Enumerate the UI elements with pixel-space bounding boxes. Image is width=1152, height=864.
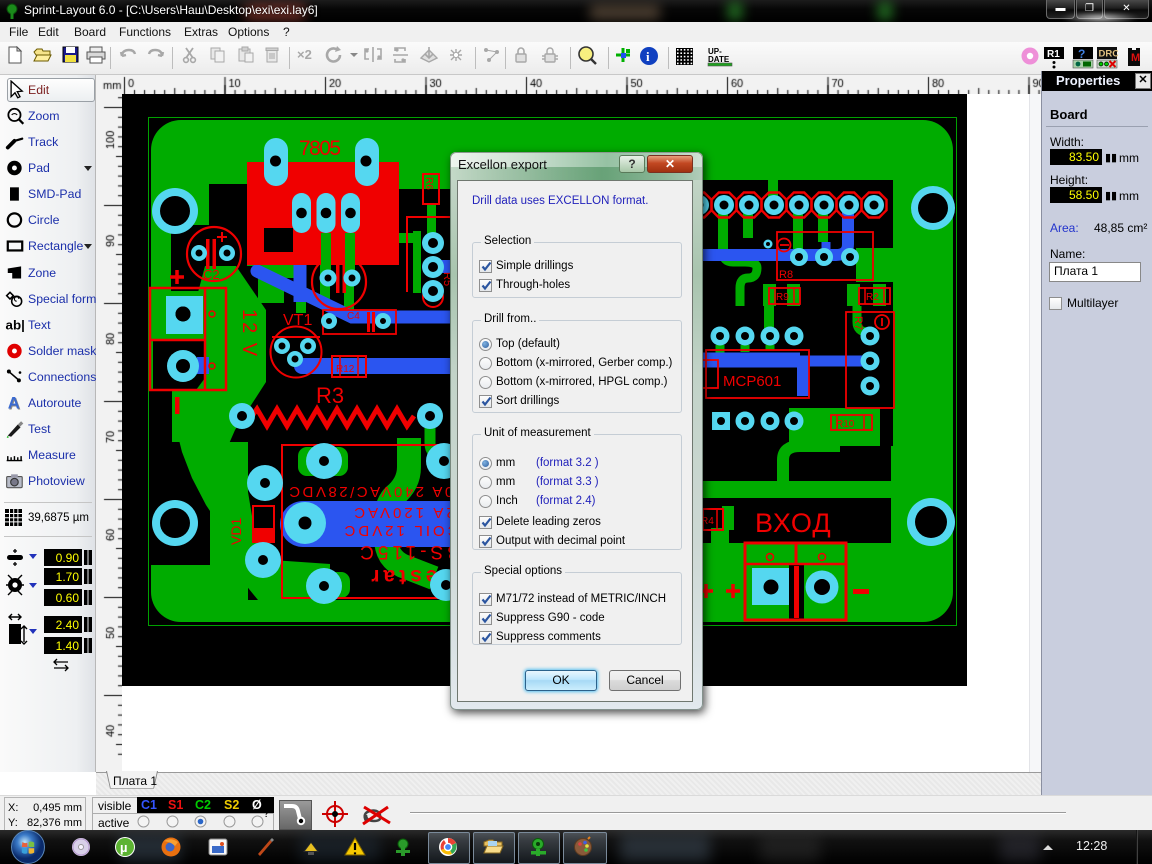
svg-text:×2: ×2 [297, 47, 312, 62]
svg-text:12 V: 12 V [238, 309, 260, 358]
svg-text:A: A [8, 394, 20, 413]
svg-text:VT1: VT1 [283, 312, 312, 329]
svg-text:VD1: VD1 [228, 518, 244, 545]
svg-text:M: M [1131, 52, 1140, 64]
svg-text:R7: R7 [852, 316, 864, 330]
svg-text:R6: R6 [423, 177, 434, 190]
svg-text:COIL 12VDC: COIL 12VDC [342, 522, 459, 539]
svg-text:BS-115C: BS-115C [356, 541, 460, 562]
svg-text:R1: R1 [1047, 49, 1060, 60]
svg-text:MCP601: MCP601 [723, 373, 781, 390]
svg-text:?: ? [1078, 47, 1085, 61]
svg-text:C4: C4 [347, 311, 360, 322]
svg-text:DRC: DRC [1099, 49, 1119, 60]
svg-text:R3: R3 [316, 383, 344, 408]
svg-text:0A 240VAC/28VDC: 0A 240VAC/28VDC [287, 483, 453, 500]
svg-text:DATE: DATE [708, 55, 730, 64]
svg-text:R8: R8 [779, 269, 793, 281]
svg-text:7805: 7805 [299, 137, 341, 160]
svg-text:R10: R10 [836, 419, 855, 430]
svg-text:ВХОД: ВХОД [755, 508, 832, 538]
svg-text:C2: C2 [203, 267, 220, 282]
svg-text:R9: R9 [776, 292, 789, 303]
svg-text:ab|: ab| [6, 317, 25, 332]
svg-text:i: i [646, 49, 650, 64]
svg-text:µ: µ [120, 840, 128, 855]
svg-text:R2: R2 [866, 292, 879, 303]
svg-text:R12: R12 [336, 364, 355, 375]
svg-text:2A 120VAC: 2A 120VAC [351, 504, 454, 521]
